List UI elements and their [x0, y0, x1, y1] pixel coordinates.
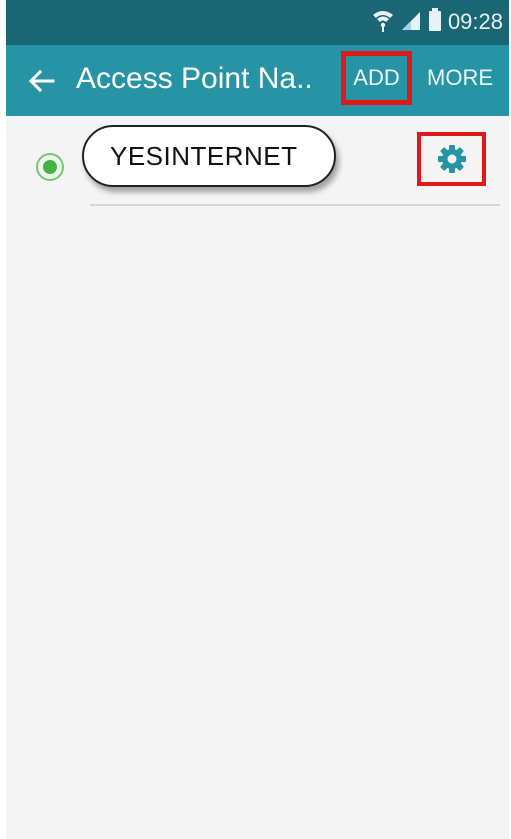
apn-settings-button[interactable]	[417, 132, 486, 186]
add-button[interactable]: ADD	[341, 51, 412, 105]
apn-radio-button[interactable]	[36, 153, 64, 181]
apn-name[interactable]: YESINTERNET	[82, 125, 336, 187]
action-bar: Access Point Na.. ADD MORE	[6, 45, 509, 116]
row-divider	[90, 204, 500, 206]
back-button[interactable]	[24, 65, 58, 97]
status-time: 09:28	[447, 9, 503, 34]
page-title: Access Point Na..	[76, 62, 313, 95]
radio-selected-dot	[43, 160, 57, 174]
signal-icon	[400, 9, 422, 36]
gear-icon	[437, 145, 466, 173]
status-icons: 09:28	[372, 7, 503, 37]
status-bar: 09:28	[6, 0, 509, 45]
battery-icon	[428, 7, 442, 37]
apn-list-item[interactable]: YESINTERNET	[6, 116, 509, 206]
more-button[interactable]: MORE	[427, 65, 493, 91]
wifi-icon	[372, 8, 394, 37]
apn-screen: 09:28 Access Point Na.. ADD MORE YESINTE…	[6, 0, 509, 839]
back-arrow-icon	[28, 69, 55, 93]
